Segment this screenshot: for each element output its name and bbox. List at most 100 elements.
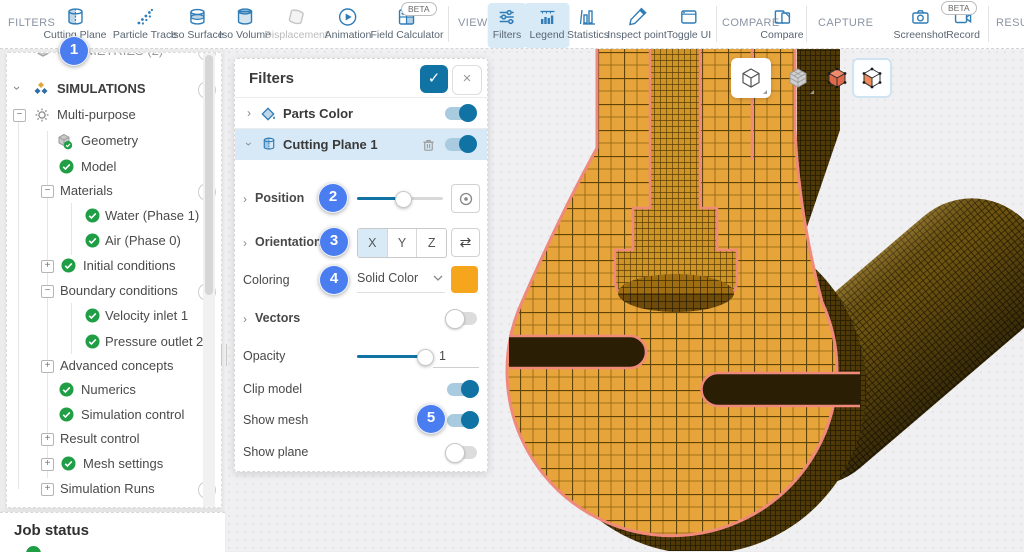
show-plane-toggle[interactable] <box>447 446 477 459</box>
axis-selector: X Y Z <box>357 228 447 258</box>
chevron-down-icon[interactable]: › <box>242 142 256 146</box>
check-circle-icon <box>85 233 100 248</box>
vectors-toggle[interactable] <box>447 312 477 325</box>
view-mode-mesh-button[interactable] <box>778 58 818 98</box>
axis-x-button[interactable]: X <box>358 229 388 257</box>
position-label: Position <box>255 191 304 205</box>
sidebar-item-mesh-settings[interactable]: + Mesh settings <box>7 452 221 476</box>
view-mode-clip-colored-button[interactable] <box>817 58 857 98</box>
annotation-step-3: 3 <box>319 227 349 257</box>
expand-icon[interactable]: + <box>41 360 54 373</box>
group-label-capture: CAPTURE <box>818 17 873 29</box>
check-circle-icon <box>61 258 76 273</box>
sidebar-item-pressure-outlet-2[interactable]: Pressure outlet 2 <box>7 330 221 354</box>
axis-y-button[interactable]: Y <box>388 229 418 257</box>
gear-icon <box>34 107 50 123</box>
coloring-select[interactable]: Solid Color <box>357 266 445 293</box>
sidebar-item-geometries[interactable]: GEOMETRIES (2) + <box>7 52 221 63</box>
inspect-point-icon <box>626 6 648 28</box>
job-status-panel: Job status <box>0 512 225 552</box>
simulation-tree: GEOMETRIES (2) + › SIMULATIONS + − Multi… <box>6 52 222 508</box>
sidebar-item-simulation-control[interactable]: Simulation control <box>7 403 221 427</box>
sidebar-item-velocity-inlet-1[interactable]: Velocity inlet 1 <box>7 304 221 328</box>
show-plane-label: Show plane <box>243 445 308 459</box>
sidebar-item-advanced-concepts[interactable]: + Advanced concepts <box>7 354 221 378</box>
geometry-icon <box>56 133 73 150</box>
view-mode-clip-button[interactable] <box>852 58 892 98</box>
filter-row-cutting-plane-1[interactable]: › Cutting Plane 1 <box>235 128 487 160</box>
filters-panel-title: Filters <box>249 70 294 87</box>
parts-color-icon <box>259 105 277 123</box>
beta-badge: BETA <box>401 2 437 16</box>
check-circle-icon <box>85 308 100 323</box>
filters-panel: Filters ✓ × › Parts Color › Cutting Plan… <box>234 58 488 472</box>
tree-scrollbar-thumb[interactable] <box>205 55 213 295</box>
sidebar-item-geometry[interactable]: Geometry <box>7 129 221 153</box>
opacity-slider[interactable] <box>357 355 429 358</box>
panel-resize-handle[interactable] <box>221 344 227 366</box>
sidebar-item-boundary-conditions[interactable]: − Boundary conditions + <box>7 279 221 303</box>
trash-icon[interactable] <box>421 137 436 152</box>
position-slider[interactable] <box>357 197 443 200</box>
chevron-right-icon[interactable]: › <box>247 106 251 120</box>
view-mode-shaded-button[interactable] <box>731 58 771 98</box>
chevron-down-icon <box>433 275 443 282</box>
group-label-view: VIEW <box>458 17 488 29</box>
show-mesh-toggle[interactable] <box>447 414 477 427</box>
job-status-ok-icon <box>26 546 41 552</box>
filter-row-parts-color[interactable]: › Parts Color <box>235 97 487 129</box>
dropdown-corner-icon <box>763 90 767 94</box>
expand-icon[interactable]: + <box>41 260 54 273</box>
left-sidebar: GEOMETRIES (2) + › SIMULATIONS + − Multi… <box>0 48 225 551</box>
sidebar-item-model[interactable]: Model <box>7 155 221 179</box>
collapse-icon[interactable]: − <box>13 109 26 122</box>
sidebar-item-numerics[interactable]: Numerics <box>7 378 221 402</box>
flip-orientation-button[interactable]: ⇄ <box>451 228 480 257</box>
sidebar-item-air-phase-0[interactable]: Air (Phase 0) <box>7 229 221 253</box>
position-slider-handle[interactable] <box>395 191 412 208</box>
sidebar-item-initial-conditions[interactable]: + Initial conditions <box>7 254 221 278</box>
chevron-right-icon[interactable]: › <box>243 192 247 206</box>
sidebar-item-simulation-runs[interactable]: + Simulation Runs + <box>7 477 221 501</box>
pick-center-button[interactable] <box>451 184 480 213</box>
target-icon <box>458 191 474 207</box>
apply-button[interactable]: ✓ <box>420 65 448 93</box>
animation-icon <box>337 6 359 28</box>
sidebar-item-multi-purpose[interactable]: − Multi-purpose <box>7 103 221 127</box>
sidebar-item-simulations[interactable]: › SIMULATIONS + <box>7 77 221 101</box>
filters-icon <box>496 6 518 28</box>
statistics-icon <box>577 6 599 28</box>
coloring-label: Coloring <box>243 273 290 287</box>
chevron-right-icon[interactable]: › <box>243 236 247 250</box>
parts-color-toggle[interactable] <box>445 107 475 120</box>
collapse-icon[interactable]: − <box>41 285 54 298</box>
tool-toggle-ui[interactable]: Toggle UI <box>662 3 716 48</box>
chevron-down-icon[interactable]: › <box>9 86 25 90</box>
expand-icon[interactable]: + <box>41 483 54 496</box>
close-icon: × <box>463 70 472 87</box>
tool-compare[interactable]: Compare <box>755 3 808 48</box>
vectors-label: Vectors <box>255 311 300 325</box>
toolbar-separator <box>988 6 989 42</box>
solid-color-swatch[interactable] <box>451 266 478 293</box>
job-status-title: Job status <box>14 522 89 539</box>
sidebar-item-materials[interactable]: − Materials + <box>7 179 221 203</box>
axis-z-button[interactable]: Z <box>417 229 446 257</box>
opacity-slider-handle[interactable] <box>417 349 434 366</box>
toggle-ui-icon <box>678 6 700 28</box>
toolbar-separator <box>806 6 807 42</box>
expand-icon[interactable]: + <box>41 433 54 446</box>
annotation-step-2: 2 <box>318 183 348 213</box>
expand-icon[interactable]: + <box>41 458 54 471</box>
cutting-plane-toggle[interactable] <box>445 138 475 151</box>
sidebar-item-water-phase-1[interactable]: Water (Phase 1) <box>7 204 221 228</box>
tool-filters[interactable]: Filters <box>488 3 527 48</box>
opacity-label: Opacity <box>243 349 285 363</box>
collapse-icon[interactable]: − <box>41 185 54 198</box>
sidebar-item-result-control[interactable]: + Result control <box>7 427 221 451</box>
clip-model-toggle[interactable] <box>447 383 477 396</box>
chevron-right-icon[interactable]: › <box>243 312 247 326</box>
cutting-plane-icon <box>261 136 277 152</box>
close-button[interactable]: × <box>452 65 482 95</box>
simulations-icon <box>33 81 49 97</box>
